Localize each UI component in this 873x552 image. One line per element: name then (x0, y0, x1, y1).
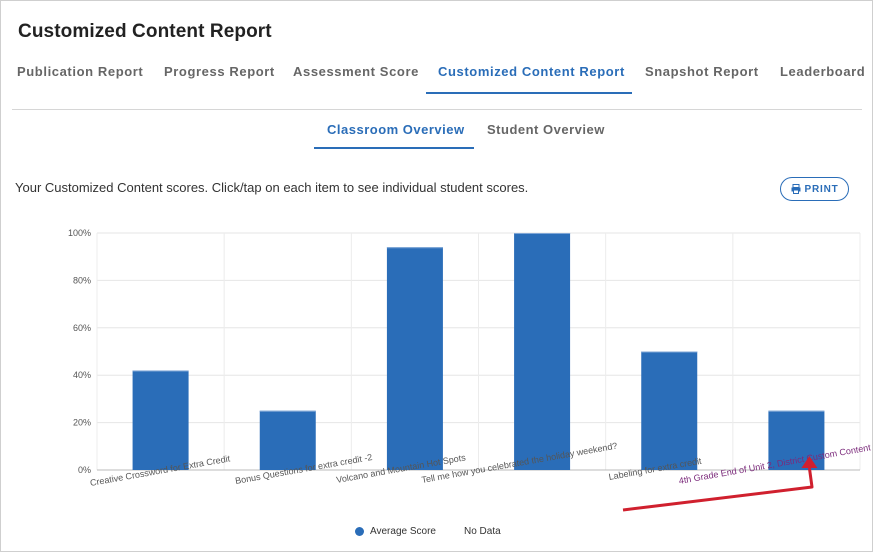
chart-legend: Average Score No Data (355, 526, 501, 537)
y-tick-label: 20% (73, 418, 91, 428)
bar-1[interactable] (132, 370, 189, 470)
average-score-chart: 0%20%40%60%80%100%Creative Crossword for… (68, 228, 872, 512)
bar-3[interactable] (386, 247, 443, 470)
bar-5[interactable] (641, 351, 698, 471)
bar-2[interactable] (259, 410, 316, 470)
legend-no-data[interactable]: No Data (464, 526, 501, 537)
y-tick-label: 60% (73, 323, 91, 333)
y-tick-label: 80% (73, 275, 91, 285)
legend-average-score[interactable]: Average Score (370, 526, 436, 537)
average-score-legend-marker (355, 527, 364, 536)
y-tick-label: 0% (78, 465, 91, 475)
bar-4[interactable] (514, 233, 571, 470)
y-tick-label: 100% (68, 228, 91, 238)
y-tick-label: 40% (73, 370, 91, 380)
